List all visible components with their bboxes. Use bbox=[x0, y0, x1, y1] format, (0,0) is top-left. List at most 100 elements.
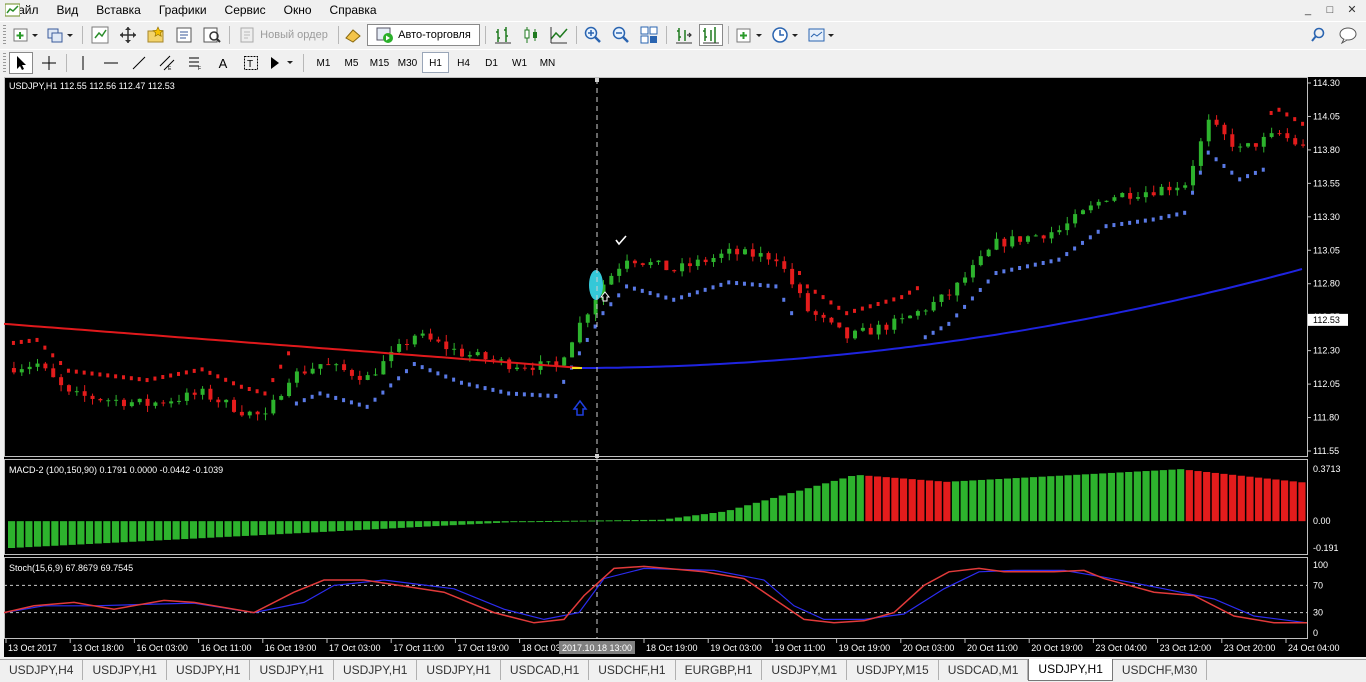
terminal-button[interactable] bbox=[172, 24, 196, 46]
periods-button[interactable] bbox=[770, 24, 802, 46]
chart-tab[interactable]: USDCHF,H1 bbox=[589, 660, 676, 680]
candle-body bbox=[82, 391, 87, 396]
trail-dot bbox=[1104, 224, 1108, 229]
arrows-button[interactable] bbox=[266, 52, 298, 74]
timeframe-m15[interactable]: M15 bbox=[366, 52, 393, 73]
candle-body bbox=[900, 318, 905, 320]
candle bbox=[837, 322, 842, 329]
toolbar-grip[interactable] bbox=[3, 53, 6, 73]
chart-tab[interactable]: USDJPY,H1 bbox=[83, 660, 167, 680]
market-watch-button[interactable] bbox=[88, 24, 112, 46]
autotrading-button[interactable]: Авто-торговля bbox=[367, 24, 480, 46]
restore-button[interactable]: □ bbox=[1320, 2, 1340, 18]
chart-canvas[interactable]: 114.30 114.05 113.80 113.55 113.30 113.05 112.… bbox=[4, 77, 1366, 657]
candle-chart-button[interactable] bbox=[519, 24, 543, 46]
vertical-line-button[interactable] bbox=[71, 52, 95, 74]
timeframe-mn[interactable]: MN bbox=[534, 52, 561, 73]
chart-tab[interactable]: USDJPY,H1 bbox=[250, 660, 334, 680]
chart-tab[interactable]: USDCAD,H1 bbox=[501, 660, 590, 680]
chart-shift-button[interactable] bbox=[672, 24, 696, 46]
trail-dot bbox=[1033, 262, 1037, 267]
chart-tab[interactable]: USDCHF,M30 bbox=[1113, 660, 1208, 680]
zoom-out-button[interactable] bbox=[609, 24, 633, 46]
trail-dot bbox=[412, 362, 416, 367]
tile-windows-button[interactable] bbox=[637, 24, 661, 46]
close-button[interactable]: ✕ bbox=[1342, 2, 1362, 18]
trail-dot bbox=[719, 282, 723, 287]
text-tool-button[interactable]: A bbox=[211, 52, 235, 74]
chart-tab[interactable]: EURGBP,H1 bbox=[676, 660, 763, 680]
cursor-tool-button[interactable] bbox=[9, 52, 33, 74]
trendline-button[interactable] bbox=[127, 52, 151, 74]
profiles-button[interactable] bbox=[44, 24, 76, 46]
candle-body bbox=[515, 367, 520, 370]
timeframe-h1[interactable]: H1 bbox=[422, 52, 449, 73]
fibonacci-button[interactable]: F bbox=[183, 52, 207, 74]
candle bbox=[459, 344, 464, 358]
macd-bar bbox=[1263, 478, 1271, 522]
macd-bar bbox=[111, 521, 120, 543]
chart-window[interactable]: 114.30 114.05 113.80 113.55 113.30 113.05 112.… bbox=[4, 77, 1366, 657]
chart-tab[interactable]: USDJPY,H1 bbox=[167, 660, 251, 680]
chart-tab[interactable]: USDJPY,H1 bbox=[1028, 659, 1113, 681]
menu-charts[interactable]: Графики bbox=[150, 0, 216, 20]
strategy-tester-button[interactable] bbox=[200, 24, 224, 46]
candle-body bbox=[349, 370, 354, 376]
app-icon[interactable] bbox=[5, 3, 20, 17]
data-window-button[interactable] bbox=[116, 24, 140, 46]
zoom-in-button[interactable] bbox=[581, 24, 605, 46]
candle-body bbox=[845, 327, 850, 339]
candle bbox=[978, 250, 983, 267]
text-label-button[interactable]: T bbox=[239, 52, 263, 74]
equidistant-channel-button[interactable]: E bbox=[155, 52, 179, 74]
templates-button[interactable] bbox=[806, 24, 838, 46]
indicators-button[interactable] bbox=[734, 24, 766, 46]
menu-help[interactable]: Справка bbox=[321, 0, 386, 20]
autoscroll-button[interactable] bbox=[699, 24, 723, 46]
macd-bar bbox=[1125, 471, 1133, 522]
search-button[interactable] bbox=[1307, 24, 1329, 46]
line-chart-button[interactable] bbox=[547, 24, 571, 46]
timeframe-d1[interactable]: D1 bbox=[478, 52, 505, 73]
candle-body bbox=[19, 369, 24, 373]
timeframe-m5[interactable]: M5 bbox=[338, 52, 365, 73]
timeframe-m1[interactable]: M1 bbox=[310, 52, 337, 73]
candle-body bbox=[428, 333, 433, 340]
macd-bar bbox=[813, 485, 821, 522]
candle-body bbox=[797, 284, 802, 294]
chart-tab[interactable]: USDCAD,M1 bbox=[939, 660, 1029, 680]
chart-tab[interactable]: USDJPY,M15 bbox=[847, 660, 939, 680]
timeframe-h4[interactable]: H4 bbox=[450, 52, 477, 73]
toolbar-grip[interactable] bbox=[3, 25, 6, 45]
chart-tab[interactable]: USDJPY,H1 bbox=[334, 660, 418, 680]
timeframe-m30[interactable]: M30 bbox=[394, 52, 421, 73]
menu-insert[interactable]: Вставка bbox=[87, 0, 150, 20]
menu-tools[interactable]: Сервис bbox=[216, 0, 275, 20]
minimize-button[interactable]: _ bbox=[1298, 2, 1318, 18]
trail-dot bbox=[1214, 157, 1218, 162]
candle-body bbox=[153, 402, 158, 406]
macd-bar bbox=[986, 479, 994, 522]
navigator-button[interactable] bbox=[144, 24, 168, 46]
candle-body bbox=[302, 371, 307, 374]
chart-tab[interactable]: USDJPY,M1 bbox=[762, 660, 848, 680]
chart-tab[interactable]: USDJPY,H4 bbox=[0, 660, 84, 680]
chat-button[interactable] bbox=[1336, 24, 1360, 46]
menu-window[interactable]: Окно bbox=[275, 0, 321, 20]
metaeditor-button[interactable] bbox=[342, 24, 364, 46]
crosshair-tool-button[interactable] bbox=[37, 52, 61, 74]
trail-dot bbox=[310, 394, 314, 399]
macd-bar bbox=[492, 521, 501, 523]
horizontal-line-button[interactable] bbox=[99, 52, 123, 74]
timeframe-w1[interactable]: W1 bbox=[506, 52, 533, 73]
new-chart-button[interactable] bbox=[10, 24, 40, 46]
chart-tab[interactable]: USDJPY,H1 bbox=[417, 660, 501, 680]
bar-chart-button[interactable] bbox=[491, 24, 515, 46]
menu-view[interactable]: Вид bbox=[48, 0, 88, 20]
candle bbox=[208, 384, 213, 402]
trail-dot bbox=[1080, 240, 1084, 245]
candle bbox=[326, 357, 331, 366]
stoch-main-line bbox=[4, 565, 1307, 624]
new-order-button[interactable]: Новый ордер bbox=[236, 24, 336, 46]
candle bbox=[224, 399, 229, 408]
